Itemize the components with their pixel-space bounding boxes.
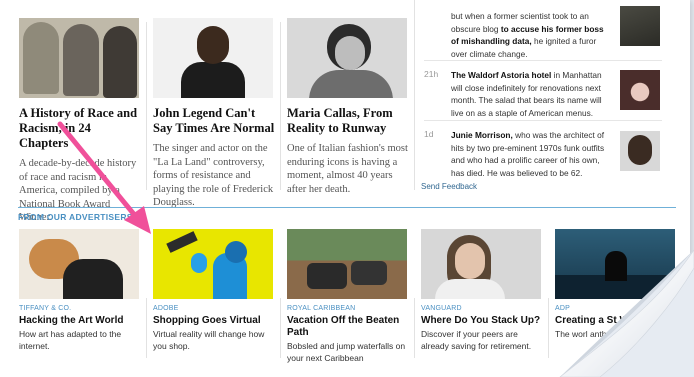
- ad-summary: The worl anthe: [555, 329, 612, 339]
- divider: [414, 298, 415, 358]
- story-image-history[interactable]: [19, 18, 139, 98]
- ad-image[interactable]: [287, 229, 407, 299]
- ad-summary: How art has adapted to the internet.: [19, 329, 122, 351]
- divider: [146, 298, 147, 358]
- ad-image[interactable]: [421, 229, 541, 299]
- news-thumbnail[interactable]: [620, 131, 660, 171]
- story-card-legend[interactable]: John Legend Can't Say Times Are Normal T…: [153, 18, 277, 210]
- ad-image[interactable]: [19, 229, 139, 299]
- news-thumbnail[interactable]: [620, 70, 660, 110]
- ad-title[interactable]: Vacation Off the Beaten Path: [287, 315, 409, 339]
- ad-card-vanguard[interactable]: VANGUARD Where Do You Stack Up? Discover…: [421, 229, 543, 352]
- divider: [548, 298, 549, 358]
- story-card-callas[interactable]: Maria Callas, From Reality to Runway One…: [287, 18, 411, 196]
- ad-sponsor: ROYAL CARIBBEAN: [287, 305, 356, 312]
- divider: [280, 22, 281, 190]
- ad-sponsor: TIFFANY & CO.: [19, 305, 72, 312]
- ad-card-royal-caribbean[interactable]: ROYAL CARIBBEAN Vacation Off the Beaten …: [287, 229, 409, 364]
- news-text[interactable]: Junie Morrison, who was the architect of…: [451, 129, 609, 179]
- news-text[interactable]: but when a former scientist took to an o…: [451, 10, 609, 60]
- story-summary: One of Italian fashion's most enduring i…: [287, 143, 408, 195]
- ad-summary: Discover if your peers are already savin…: [421, 329, 532, 351]
- ad-card-adp[interactable]: ADP Creating a St Workforce The worl ant…: [555, 229, 677, 341]
- story-card-history[interactable]: A History of Race and Racism, in 24 Chap…: [19, 18, 143, 225]
- ad-sponsor: VANGUARD: [421, 305, 462, 312]
- advertisers-rule: [18, 207, 676, 208]
- divider: [280, 298, 281, 358]
- news-thumbnail[interactable]: [620, 6, 660, 46]
- send-feedback-link[interactable]: Send Feedback: [421, 182, 477, 191]
- advertisers-heading: FROM OUR ADVERTISERS: [18, 212, 133, 222]
- news-text[interactable]: The Waldorf Astoria hotel in Manhattan w…: [451, 69, 609, 119]
- ad-card-adobe[interactable]: ADOBE Shopping Goes Virtual Virtual real…: [153, 229, 275, 352]
- divider: [146, 22, 147, 190]
- story-title[interactable]: A History of Race and Racism, in 24 Chap…: [19, 106, 143, 151]
- page: A History of Race and Racism, in 24 Chap…: [0, 0, 690, 377]
- story-title[interactable]: John Legend Can't Say Times Are Normal: [153, 106, 277, 136]
- ad-sponsor: ADOBE: [153, 305, 179, 312]
- story-image-callas[interactable]: [287, 18, 407, 98]
- story-summary: The singer and actor on the "La La Land"…: [153, 143, 274, 208]
- ad-card-tiffany[interactable]: TIFFANY & CO. Hacking the Art World How …: [19, 229, 141, 352]
- news-age: 21h: [424, 69, 439, 79]
- ad-title[interactable]: Hacking the Art World: [19, 315, 141, 327]
- ad-image[interactable]: [153, 229, 273, 299]
- ad-title[interactable]: Creating a St Workforce: [555, 315, 677, 327]
- ad-title[interactable]: Where Do You Stack Up?: [421, 315, 543, 327]
- news-age: 1d: [424, 129, 434, 139]
- ad-summary: Bobsled and jump waterfalls on your next…: [287, 341, 406, 363]
- story-image-legend[interactable]: [153, 18, 273, 98]
- story-title[interactable]: Maria Callas, From Reality to Runway: [287, 106, 411, 136]
- ad-summary: Virtual reality will change how you shop…: [153, 329, 265, 351]
- ad-title[interactable]: Shopping Goes Virtual: [153, 315, 275, 327]
- news-column-divider: [414, 0, 415, 190]
- divider: [424, 120, 662, 121]
- ad-image[interactable]: [555, 229, 675, 299]
- ad-sponsor: ADP: [555, 305, 570, 312]
- divider: [424, 60, 662, 61]
